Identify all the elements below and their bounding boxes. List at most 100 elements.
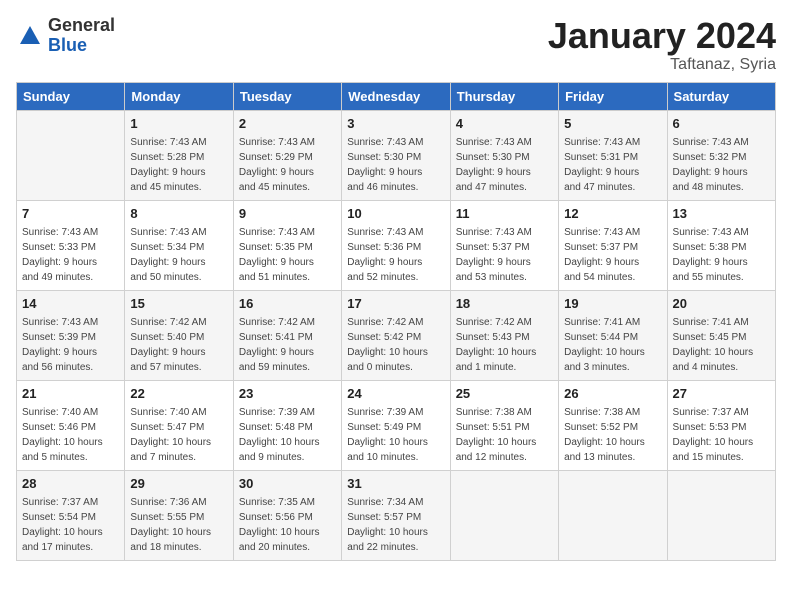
calendar-week-row: 28 Sunrise: 7:37 AM Sunset: 5:54 PM Dayli… <box>17 470 776 560</box>
calendar-cell: 12 Sunrise: 7:43 AM Sunset: 5:37 PM Dayli… <box>559 200 667 290</box>
day-number: 19 <box>564 295 661 313</box>
calendar-week-row: 7 Sunrise: 7:43 AM Sunset: 5:33 PM Daylig… <box>17 200 776 290</box>
calendar-cell: 26 Sunrise: 7:38 AM Sunset: 5:52 PM Dayli… <box>559 380 667 470</box>
day-number: 16 <box>239 295 336 313</box>
day-number: 21 <box>22 385 119 403</box>
day-number: 20 <box>673 295 770 313</box>
calendar-cell: 30 Sunrise: 7:35 AM Sunset: 5:56 PM Dayli… <box>233 470 341 560</box>
calendar-cell: 14 Sunrise: 7:43 AM Sunset: 5:39 PM Dayli… <box>17 290 125 380</box>
page-header: General Blue January 2024 Taftanaz, Syri… <box>16 16 776 74</box>
day-content: Sunrise: 7:43 AM Sunset: 5:30 PM Dayligh… <box>347 135 444 195</box>
day-number: 7 <box>22 205 119 223</box>
day-number: 29 <box>130 475 227 493</box>
calendar-cell: 5 Sunrise: 7:43 AM Sunset: 5:31 PM Daylig… <box>559 110 667 200</box>
day-number: 5 <box>564 115 661 133</box>
day-content: Sunrise: 7:42 AM Sunset: 5:40 PM Dayligh… <box>130 315 227 375</box>
day-content: Sunrise: 7:43 AM Sunset: 5:34 PM Dayligh… <box>130 225 227 285</box>
calendar-cell: 2 Sunrise: 7:43 AM Sunset: 5:29 PM Daylig… <box>233 110 341 200</box>
day-content: Sunrise: 7:42 AM Sunset: 5:41 PM Dayligh… <box>239 315 336 375</box>
day-number: 14 <box>22 295 119 313</box>
calendar-cell: 23 Sunrise: 7:39 AM Sunset: 5:48 PM Dayli… <box>233 380 341 470</box>
calendar-cell: 20 Sunrise: 7:41 AM Sunset: 5:45 PM Dayli… <box>667 290 775 380</box>
calendar-cell: 6 Sunrise: 7:43 AM Sunset: 5:32 PM Daylig… <box>667 110 775 200</box>
calendar-cell: 22 Sunrise: 7:40 AM Sunset: 5:47 PM Dayli… <box>125 380 233 470</box>
day-number: 3 <box>347 115 444 133</box>
calendar-week-row: 21 Sunrise: 7:40 AM Sunset: 5:46 PM Dayli… <box>17 380 776 470</box>
calendar-cell: 19 Sunrise: 7:41 AM Sunset: 5:44 PM Dayli… <box>559 290 667 380</box>
day-number: 24 <box>347 385 444 403</box>
day-content: Sunrise: 7:37 AM Sunset: 5:53 PM Dayligh… <box>673 405 770 465</box>
calendar-cell <box>450 470 558 560</box>
day-number: 15 <box>130 295 227 313</box>
calendar-cell: 31 Sunrise: 7:34 AM Sunset: 5:57 PM Dayli… <box>342 470 450 560</box>
day-number: 30 <box>239 475 336 493</box>
day-content: Sunrise: 7:35 AM Sunset: 5:56 PM Dayligh… <box>239 495 336 555</box>
day-number: 31 <box>347 475 444 493</box>
day-content: Sunrise: 7:38 AM Sunset: 5:52 PM Dayligh… <box>564 405 661 465</box>
calendar-week-row: 1Sunrise: 7:43 AM Sunset: 5:28 PM Daylig… <box>17 110 776 200</box>
calendar-cell: 8Sunrise: 7:43 AM Sunset: 5:34 PM Daylig… <box>125 200 233 290</box>
day-content: Sunrise: 7:43 AM Sunset: 5:31 PM Dayligh… <box>564 135 661 195</box>
calendar-cell: 4 Sunrise: 7:43 AM Sunset: 5:30 PM Daylig… <box>450 110 558 200</box>
weekday-header-friday: Friday <box>559 82 667 110</box>
weekday-header-row: SundayMondayTuesdayWednesdayThursdayFrid… <box>17 82 776 110</box>
day-content: Sunrise: 7:39 AM Sunset: 5:49 PM Dayligh… <box>347 405 444 465</box>
day-number: 22 <box>130 385 227 403</box>
day-content: Sunrise: 7:41 AM Sunset: 5:45 PM Dayligh… <box>673 315 770 375</box>
day-number: 12 <box>564 205 661 223</box>
day-number: 9 <box>239 205 336 223</box>
weekday-header-sunday: Sunday <box>17 82 125 110</box>
calendar-cell: 24 Sunrise: 7:39 AM Sunset: 5:49 PM Dayli… <box>342 380 450 470</box>
day-content: Sunrise: 7:43 AM Sunset: 5:37 PM Dayligh… <box>564 225 661 285</box>
month-title: January 2024 <box>548 16 776 56</box>
day-number: 28 <box>22 475 119 493</box>
calendar-cell <box>17 110 125 200</box>
day-content: Sunrise: 7:39 AM Sunset: 5:48 PM Dayligh… <box>239 405 336 465</box>
calendar-cell: 7 Sunrise: 7:43 AM Sunset: 5:33 PM Daylig… <box>17 200 125 290</box>
day-content: Sunrise: 7:42 AM Sunset: 5:43 PM Dayligh… <box>456 315 553 375</box>
day-number: 2 <box>239 115 336 133</box>
day-content: Sunrise: 7:40 AM Sunset: 5:47 PM Dayligh… <box>130 405 227 465</box>
day-content: Sunrise: 7:43 AM Sunset: 5:29 PM Dayligh… <box>239 135 336 195</box>
day-content: Sunrise: 7:36 AM Sunset: 5:55 PM Dayligh… <box>130 495 227 555</box>
logo: General Blue <box>16 16 115 56</box>
day-content: Sunrise: 7:40 AM Sunset: 5:46 PM Dayligh… <box>22 405 119 465</box>
calendar-cell: 17Sunrise: 7:42 AM Sunset: 5:42 PM Dayli… <box>342 290 450 380</box>
calendar-cell: 18 Sunrise: 7:42 AM Sunset: 5:43 PM Dayli… <box>450 290 558 380</box>
calendar-table: SundayMondayTuesdayWednesdayThursdayFrid… <box>16 82 776 561</box>
weekday-header-saturday: Saturday <box>667 82 775 110</box>
day-number: 10 <box>347 205 444 223</box>
day-content: Sunrise: 7:43 AM Sunset: 5:39 PM Dayligh… <box>22 315 119 375</box>
calendar-cell: 28 Sunrise: 7:37 AM Sunset: 5:54 PM Dayli… <box>17 470 125 560</box>
day-number: 26 <box>564 385 661 403</box>
calendar-cell: 11Sunrise: 7:43 AM Sunset: 5:37 PM Dayli… <box>450 200 558 290</box>
day-number: 13 <box>673 205 770 223</box>
logo-blue-text: Blue <box>48 36 115 56</box>
day-content: Sunrise: 7:43 AM Sunset: 5:32 PM Dayligh… <box>673 135 770 195</box>
day-content: Sunrise: 7:41 AM Sunset: 5:44 PM Dayligh… <box>564 315 661 375</box>
calendar-cell: 16 Sunrise: 7:42 AM Sunset: 5:41 PM Dayli… <box>233 290 341 380</box>
day-number: 11 <box>456 205 553 223</box>
logo-general-text: General <box>48 16 115 36</box>
day-number: 18 <box>456 295 553 313</box>
calendar-cell: 9 Sunrise: 7:43 AM Sunset: 5:35 PM Daylig… <box>233 200 341 290</box>
weekday-header-thursday: Thursday <box>450 82 558 110</box>
calendar-cell: 25 Sunrise: 7:38 AM Sunset: 5:51 PM Dayli… <box>450 380 558 470</box>
day-number: 23 <box>239 385 336 403</box>
calendar-cell: 15 Sunrise: 7:42 AM Sunset: 5:40 PM Dayli… <box>125 290 233 380</box>
calendar-cell <box>559 470 667 560</box>
day-number: 25 <box>456 385 553 403</box>
location-subtitle: Taftanaz, Syria <box>548 56 776 74</box>
day-number: 4 <box>456 115 553 133</box>
logo-icon <box>16 22 44 50</box>
day-content: Sunrise: 7:43 AM Sunset: 5:33 PM Dayligh… <box>22 225 119 285</box>
day-number: 6 <box>673 115 770 133</box>
day-content: Sunrise: 7:37 AM Sunset: 5:54 PM Dayligh… <box>22 495 119 555</box>
title-block: January 2024 Taftanaz, Syria <box>548 16 776 74</box>
day-content: Sunrise: 7:43 AM Sunset: 5:35 PM Dayligh… <box>239 225 336 285</box>
logo-text: General Blue <box>48 16 115 56</box>
calendar-cell: 29 Sunrise: 7:36 AM Sunset: 5:55 PM Dayli… <box>125 470 233 560</box>
day-content: Sunrise: 7:43 AM Sunset: 5:30 PM Dayligh… <box>456 135 553 195</box>
day-content: Sunrise: 7:34 AM Sunset: 5:57 PM Dayligh… <box>347 495 444 555</box>
day-content: Sunrise: 7:38 AM Sunset: 5:51 PM Dayligh… <box>456 405 553 465</box>
